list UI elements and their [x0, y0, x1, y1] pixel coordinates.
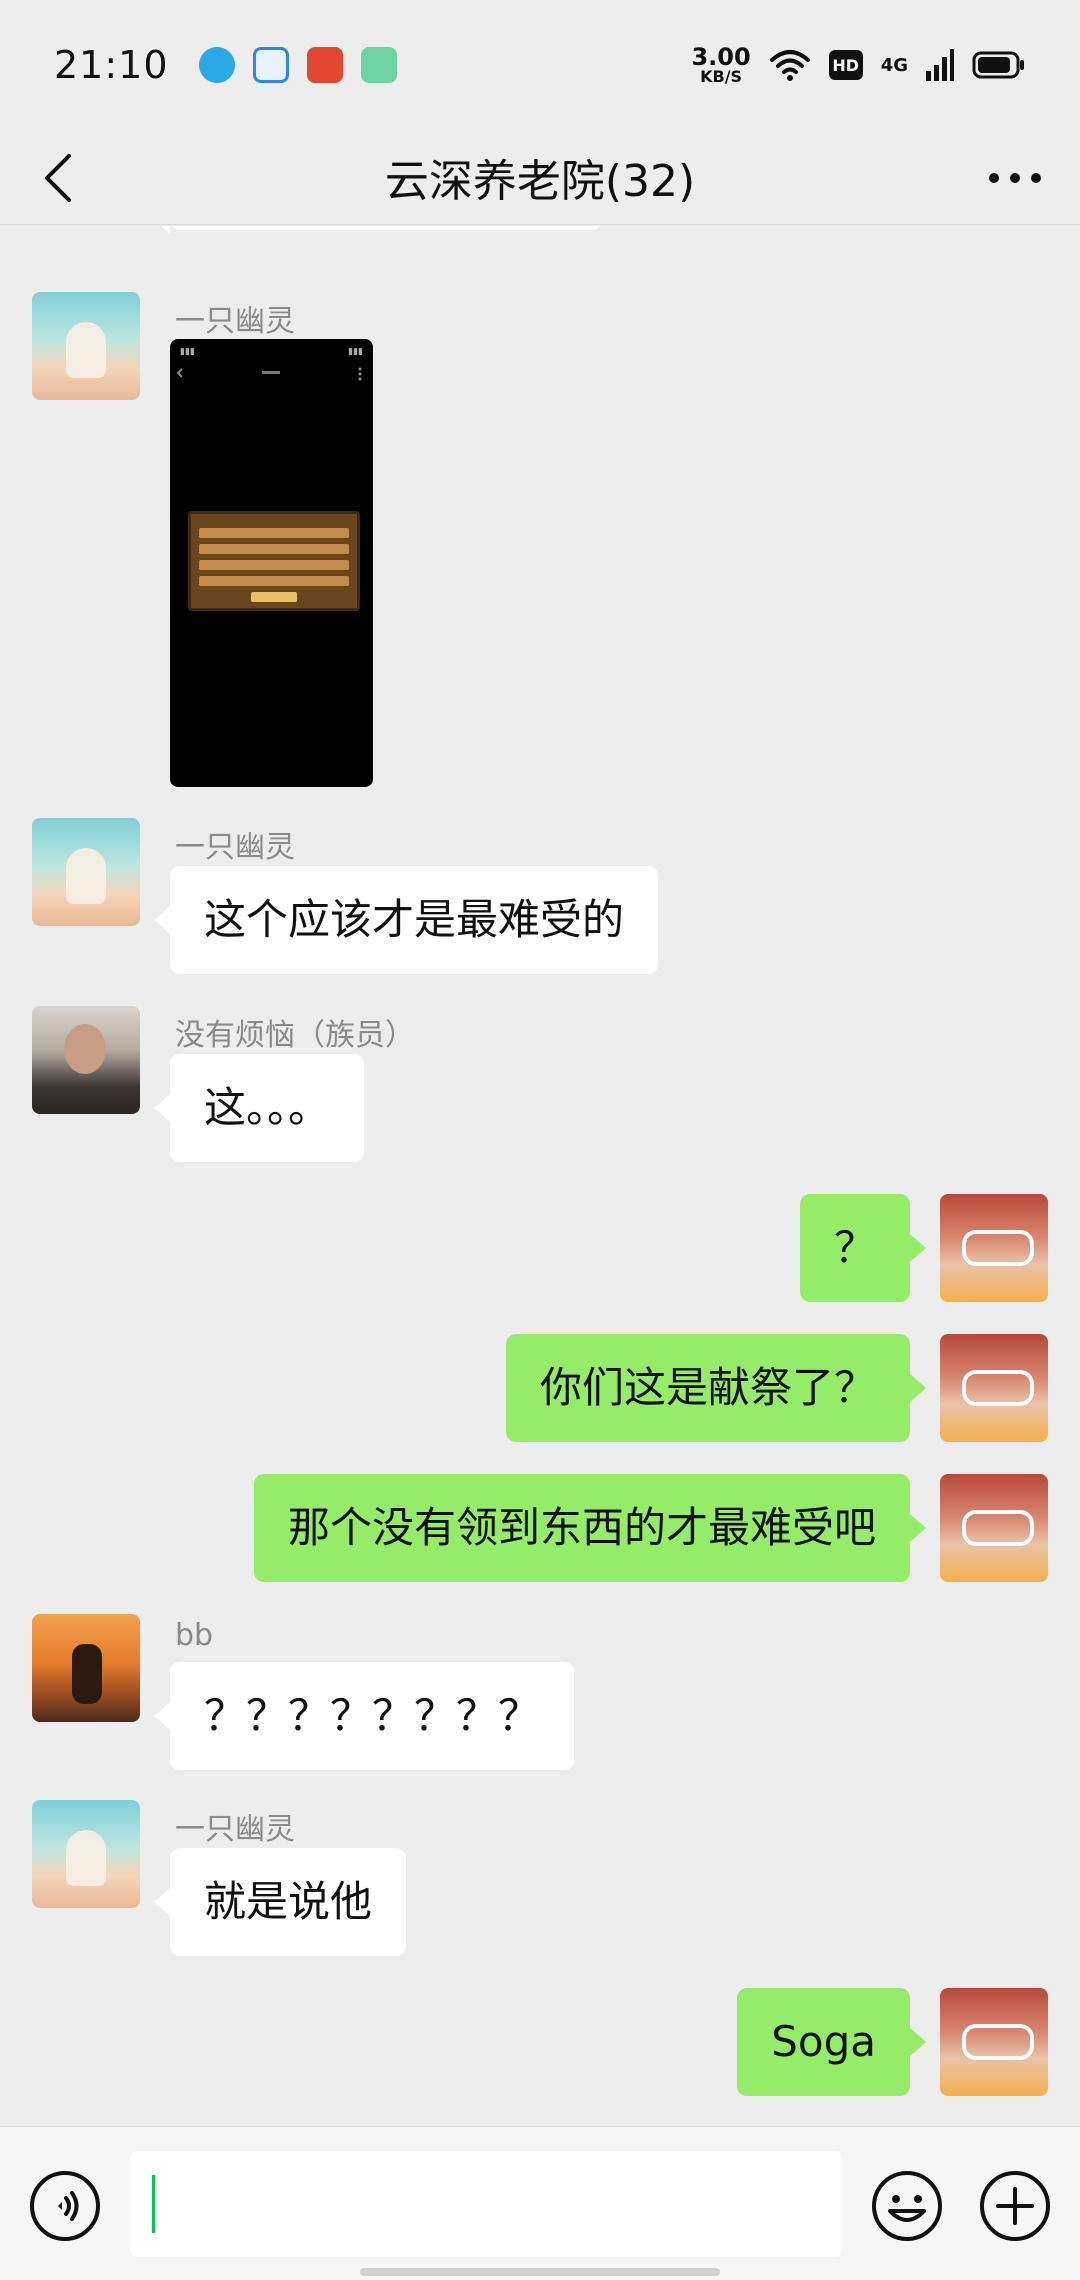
message-bubble[interactable]: Soga — [737, 1988, 926, 2096]
sender-name: 一只幽灵 — [175, 304, 295, 339]
screenshot-nav-icon — [176, 367, 362, 381]
message-input[interactable] — [130, 2151, 842, 2257]
green-app-icon — [360, 47, 397, 83]
chat-title: 云深养老院(32) — [384, 156, 696, 207]
message-bubble[interactable]: 那个没有领到东西的才最难受吧 — [253, 1474, 927, 1582]
avatar[interactable] — [32, 1614, 140, 1722]
net-speed-unit: KB/S — [700, 67, 743, 86]
emoji-icon — [872, 2171, 942, 2241]
image-message[interactable]: ▮▮▮ ▮▮▮ — [170, 339, 373, 787]
status-app-icons — [198, 47, 397, 83]
avatar[interactable] — [940, 1474, 1048, 1582]
avatar[interactable] — [32, 1006, 140, 1114]
red-app-icon — [306, 47, 343, 83]
signal-4g-label: 4G — [880, 54, 908, 76]
emoji-button[interactable] — [870, 2169, 944, 2243]
sender-name: bb — [175, 1618, 214, 1653]
avatar[interactable] — [32, 292, 140, 400]
more-options-button[interactable] — [980, 150, 1050, 205]
game-screenshot — [188, 511, 360, 611]
status-time: 21:10 — [54, 43, 169, 87]
plus-icon — [980, 2171, 1050, 2241]
more-functions-button[interactable] — [978, 2169, 1052, 2243]
avatar[interactable] — [940, 1988, 1048, 2096]
message-bubble[interactable]: 就是说他 — [153, 1848, 407, 1956]
qq-icon — [198, 47, 235, 83]
message-bubble[interactable]: ？ — [799, 1194, 927, 1302]
chat-message-list[interactable]: 一只幽灵 ▮▮▮ ▮▮▮ 一只幽灵 这个应该才是最难受的 没有烦恼（族员） 这。… — [0, 226, 1080, 2126]
hd-badge: HD — [828, 50, 863, 80]
browser-icon — [252, 47, 289, 83]
status-bar: 21:10 3.00 KB/S HD 4G — [0, 0, 1080, 130]
avatar[interactable] — [940, 1334, 1048, 1442]
wifi-icon — [769, 50, 810, 81]
battery-icon — [972, 51, 1024, 79]
signal-icon — [926, 49, 954, 81]
sender-name: 一只幽灵 — [175, 1812, 295, 1847]
input-bar — [0, 2126, 1080, 2280]
avatar[interactable] — [32, 818, 140, 926]
avatar[interactable] — [32, 1800, 140, 1908]
net-speed-value: 3.00 — [691, 43, 751, 71]
sender-name: 一只幽灵 — [175, 830, 295, 865]
text-caret — [152, 2175, 155, 2233]
avatar[interactable] — [940, 1194, 1048, 1302]
chevron-left-icon — [44, 153, 71, 202]
voice-button[interactable] — [28, 2169, 102, 2243]
message-bubble[interactable]: ？？？？？？？？ — [153, 1662, 575, 1770]
more-dots-icon — [989, 172, 1041, 183]
back-button[interactable] — [30, 150, 85, 205]
chat-header: 云深养老院(32) — [0, 130, 1080, 225]
partial-message-bubble[interactable] — [154, 226, 602, 234]
message-bubble[interactable]: 你们这是献祭了？ — [505, 1334, 927, 1442]
net-speed: 3.00 KB/S — [691, 45, 750, 85]
voice-icon — [30, 2171, 100, 2241]
home-indicator[interactable] — [360, 2268, 720, 2276]
message-bubble[interactable]: 这。。。 — [153, 1054, 365, 1162]
message-bubble[interactable]: 这个应该才是最难受的 — [153, 866, 659, 974]
sender-name: 没有烦恼（族员） — [175, 1018, 415, 1053]
